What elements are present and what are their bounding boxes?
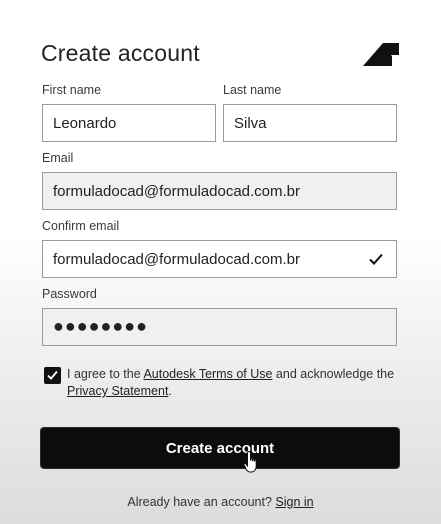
agreement-text: I agree to the Autodesk Terms of Use and… [67,366,397,400]
confirm-email-label: Confirm email [42,219,120,233]
signin-prompt: Already have an account? [127,495,276,509]
password-label: Password [42,287,97,301]
agreement-text-part-3: . [168,384,172,398]
confirm-email-value: formuladocad@formuladocad.com.br [53,250,301,268]
signin-row: Already have an account? Sign in [0,495,441,509]
create-account-panel: Create account First name Leonardo Last … [0,0,441,524]
page-title: Create account [41,40,200,66]
agreement-text-part-2: and acknowledge the [272,367,395,381]
confirm-email-field[interactable]: formuladocad@formuladocad.com.br [42,240,397,278]
last-name-value: Silva [234,114,267,132]
first-name-label: First name [42,83,102,97]
password-value: ●●●●●●●● [53,315,148,336]
signin-link[interactable]: Sign in [275,495,313,509]
agreement-text-part-1: I agree to the [67,367,144,381]
last-name-label: Last name [223,83,282,97]
terms-of-use-link[interactable]: Autodesk Terms of Use [143,367,272,381]
checkmark-icon [369,253,383,265]
first-name-value: Leonardo [53,114,117,132]
create-account-button[interactable]: Create account [41,428,399,468]
last-name-field[interactable]: Silva [223,104,397,142]
checkbox-checked-icon [47,370,58,380]
first-name-field[interactable]: Leonardo [42,104,216,142]
email-field[interactable]: formuladocad@formuladocad.com.br [42,172,397,210]
email-label: Email [42,151,74,165]
agreement-checkbox[interactable] [44,367,61,384]
autodesk-logo-icon [363,43,399,66]
email-value: formuladocad@formuladocad.com.br [53,182,301,200]
password-field[interactable]: ●●●●●●●● [42,308,397,346]
hand-pointer-icon [243,450,257,473]
privacy-statement-link[interactable]: Privacy Statement [67,384,168,398]
